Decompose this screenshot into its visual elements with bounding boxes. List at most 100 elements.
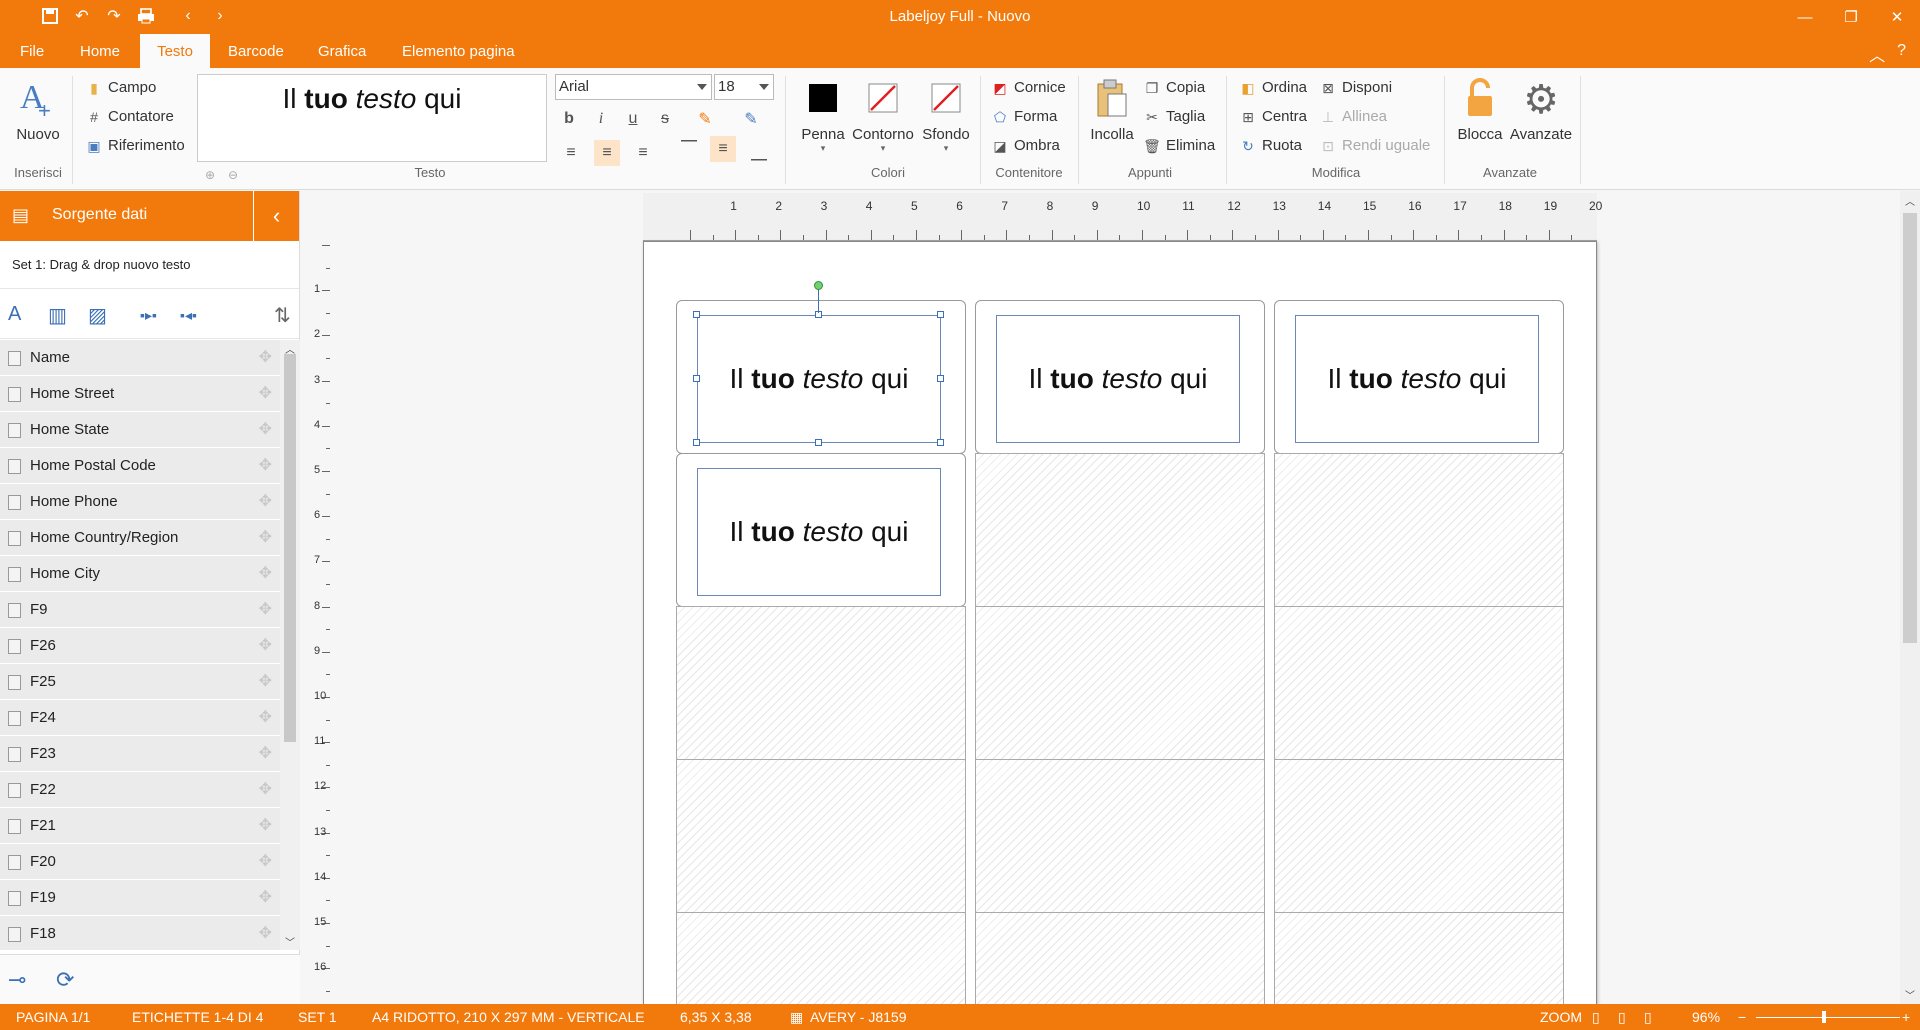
copia-button[interactable]: ❐ Copia	[1144, 76, 1205, 100]
drag-handle-icon[interactable]: ✥	[259, 376, 272, 412]
field-item[interactable]: F22 ✥	[0, 772, 280, 808]
field-item[interactable]: F9 ✥	[0, 592, 280, 628]
rotation-handle[interactable]	[814, 281, 823, 290]
cornice-button[interactable]: ◩ Cornice	[992, 76, 1065, 100]
field-item[interactable]: F23 ✥	[0, 736, 280, 772]
drag-handle-icon[interactable]: ✥	[259, 556, 272, 592]
rendi-uguale-button[interactable]: ⊡ Rendi uguale	[1320, 134, 1430, 158]
scrollbar-thumb[interactable]	[284, 354, 296, 742]
zoom-slider-thumb[interactable]	[1822, 1011, 1826, 1023]
fit-page-icon[interactable]: ▯	[1592, 1009, 1600, 1026]
zoom-in-icon[interactable]: ⊕	[205, 168, 215, 182]
field-item[interactable]: F25 ✥	[0, 664, 280, 700]
avanzate-button[interactable]: ⚙ Avanzate	[1508, 78, 1574, 143]
valign-middle-icon[interactable]: ≡	[710, 136, 736, 162]
forma-button[interactable]: ⬠ Forma	[992, 105, 1057, 129]
disponi-button[interactable]: ⊠ Disponi	[1320, 76, 1392, 100]
compress-icon[interactable]: ▪◂▪	[180, 307, 197, 324]
field-item[interactable]: Name ✥	[0, 340, 280, 376]
ordina-button[interactable]: ◧ Ordina	[1240, 76, 1307, 100]
incolla-button[interactable]: Incolla	[1088, 78, 1136, 143]
scroll-down-icon[interactable]: ﹀	[285, 934, 295, 949]
riferimento-button[interactable]: ▣ Riferimento	[86, 134, 184, 158]
label-cell-empty[interactable]	[676, 759, 966, 913]
scroll-up-icon[interactable]: ︿	[1905, 193, 1915, 208]
ruota-button[interactable]: ↻ Ruota	[1240, 134, 1302, 158]
new-button[interactable]: A + Nuovo	[12, 78, 64, 143]
label-cell-empty[interactable]	[676, 606, 966, 760]
resize-handle[interactable]	[937, 375, 944, 382]
add-barcode-field-icon[interactable]: ▥	[48, 303, 67, 328]
allinea-button[interactable]: ⊥ Allinea	[1320, 105, 1387, 129]
label-text-box[interactable]: Il tuo testo qui	[996, 315, 1240, 443]
field-item[interactable]: F19 ✥	[0, 880, 280, 916]
drag-handle-icon[interactable]: ✥	[259, 592, 272, 628]
resize-handle[interactable]	[815, 439, 822, 446]
field-item[interactable]: Home City ✥	[0, 556, 280, 592]
campo-button[interactable]: ▮ Campo	[86, 76, 156, 100]
field-item[interactable]: F21 ✥	[0, 808, 280, 844]
label-cell[interactable]: Il tuo testo qui	[676, 453, 966, 607]
drag-handle-icon[interactable]: ✥	[259, 916, 272, 950]
drag-handle-icon[interactable]: ✥	[259, 412, 272, 448]
zoom-in-icon[interactable]: +	[1902, 1009, 1910, 1025]
label-cell-empty[interactable]	[676, 912, 966, 1004]
zoom-slider[interactable]	[1756, 1011, 1900, 1023]
field-item[interactable]: F18 ✥	[0, 916, 280, 950]
tab-grafica[interactable]: Grafica	[308, 34, 376, 68]
field-item[interactable]: Home Postal Code ✥	[0, 448, 280, 484]
field-item[interactable]: Home State ✥	[0, 412, 280, 448]
zoom-out-icon[interactable]: −	[1738, 1009, 1746, 1025]
label-cell-empty[interactable]	[975, 453, 1265, 607]
resize-handle[interactable]	[937, 311, 944, 318]
zoom-out-icon[interactable]: ⊖	[228, 168, 238, 182]
collapse-ribbon-icon[interactable]: ︿	[1869, 42, 1885, 66]
label-cell[interactable]: Il tuo testo qui	[1274, 300, 1564, 454]
drag-handle-icon[interactable]: ✥	[259, 340, 272, 376]
drag-handle-icon[interactable]: ✥	[259, 484, 272, 520]
design-canvas[interactable]: 1 2 3 4 5 6 7 8 9 10 11 12 13 14 15 16 17 18 19 20 12345678…	[300, 191, 1900, 1004]
strikethrough-icon[interactable]: s	[652, 106, 678, 132]
label-sheet[interactable]: Il tuo testo qui Il tuo testo qui Il tuo t…	[643, 241, 1597, 1004]
label-cell[interactable]: Il tuo testo qui	[975, 300, 1265, 454]
tab-barcode[interactable]: Barcode	[218, 34, 294, 68]
drag-handle-icon[interactable]: ✥	[259, 736, 272, 772]
label-cell-empty[interactable]	[1274, 759, 1564, 913]
align-center-icon[interactable]: ≡	[594, 140, 620, 166]
tab-testo[interactable]: Testo	[140, 34, 210, 68]
field-item[interactable]: Home Phone ✥	[0, 484, 280, 520]
contatore-button[interactable]: # Contatore	[86, 105, 174, 129]
resize-handle[interactable]	[693, 439, 700, 446]
tab-home[interactable]: Home	[70, 34, 130, 68]
connect-icon[interactable]: ⊸	[8, 967, 26, 993]
contorno-button[interactable]: Contorno ▾	[852, 78, 914, 154]
align-left-icon[interactable]: ≡	[558, 140, 584, 166]
canvas-scrollbar[interactable]: ︿ ﹀	[1900, 191, 1920, 1004]
label-cell-empty[interactable]	[975, 912, 1265, 1004]
underline-icon[interactable]: u	[620, 106, 646, 132]
collapse-panel-icon[interactable]: ‹	[253, 191, 299, 241]
penna-button[interactable]: Penna ▾	[798, 78, 848, 154]
drag-handle-icon[interactable]: ✥	[259, 664, 272, 700]
field-list-scrollbar[interactable]: ︿ ﹀	[280, 340, 300, 950]
centra-button[interactable]: ⊞ Centra	[1240, 105, 1307, 129]
label-cell-empty[interactable]	[975, 606, 1265, 760]
field-item[interactable]: Home Street ✥	[0, 376, 280, 412]
drag-handle-icon[interactable]: ✥	[259, 700, 272, 736]
field-item[interactable]: F20 ✥	[0, 844, 280, 880]
close-icon[interactable]: ✕	[1874, 0, 1920, 34]
highlight-icon[interactable]: ✎	[692, 106, 718, 132]
drag-handle-icon[interactable]: ✥	[259, 880, 272, 916]
drag-handle-icon[interactable]: ✥	[259, 808, 272, 844]
resize-handle[interactable]	[693, 375, 700, 382]
ombra-button[interactable]: ◪ Ombra	[992, 134, 1059, 158]
sfondo-button[interactable]: Sfondo ▾	[918, 78, 974, 154]
valign-bottom-icon[interactable]: ⎽	[746, 140, 772, 166]
scrollbar-thumb[interactable]	[1903, 213, 1917, 643]
tab-file[interactable]: File	[10, 34, 54, 68]
field-item[interactable]: Home Country/Region ✥	[0, 520, 280, 556]
font-select[interactable]: Arial	[555, 74, 712, 100]
refresh-icon[interactable]: ⟳	[56, 967, 74, 993]
fit-width-icon[interactable]: ▯	[1618, 1009, 1626, 1026]
valign-top-icon[interactable]: ⎺	[676, 136, 702, 162]
